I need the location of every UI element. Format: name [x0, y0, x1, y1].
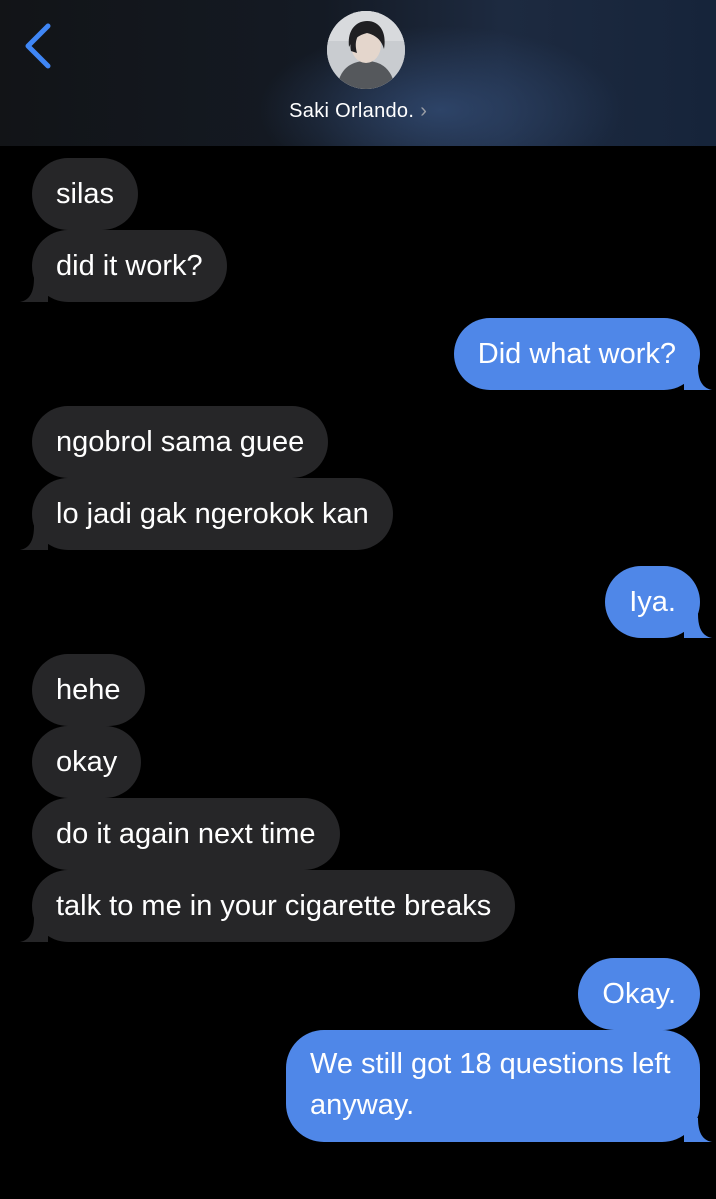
bubble-tail: [20, 918, 48, 942]
conversation-header: Saki Orlando. ›: [0, 0, 716, 146]
message-text: do it again next time: [56, 818, 316, 850]
message-text: okay: [56, 746, 118, 778]
message-text: Did what work?: [477, 338, 676, 370]
message-bubble-received[interactable]: lo jadi gak ngerokok kan: [20, 478, 393, 550]
bubble-tail: [20, 526, 48, 550]
message-bubble-received[interactable]: did it work?: [20, 230, 227, 302]
message-text: Okay.: [602, 978, 676, 1010]
avatar-photo: [327, 11, 405, 89]
message-bubble-received[interactable]: talk to me in your cigarette breaks: [20, 870, 516, 942]
message-bubble-received[interactable]: do it again next time: [32, 798, 340, 870]
message-text: Iya.: [629, 586, 676, 618]
message-bubble-sent[interactable]: Did what work?: [453, 318, 712, 390]
message-text: We still got 18 questions left anyway.: [310, 1048, 671, 1121]
message-bubble-sent[interactable]: We still got 18 questions left anyway.: [286, 1030, 712, 1142]
message-text: talk to me in your cigarette breaks: [56, 890, 492, 922]
chevron-right-icon: ›: [420, 100, 427, 122]
message-bubble-received[interactable]: okay: [32, 726, 142, 798]
message-bubble-sent[interactable]: Okay.: [578, 958, 700, 1030]
message-bubble-sent[interactable]: Iya.: [605, 566, 712, 638]
bubble-tail: [684, 1118, 712, 1142]
back-button[interactable]: [16, 18, 60, 70]
message-text: ngobrol sama guee: [56, 426, 305, 458]
message-bubble-received[interactable]: silas: [32, 158, 139, 230]
message-text: hehe: [56, 674, 121, 706]
message-bubble-received[interactable]: ngobrol sama guee: [32, 406, 329, 478]
message-text: lo jadi gak ngerokok kan: [56, 498, 369, 530]
message-bubble-received[interactable]: hehe: [32, 654, 145, 726]
contact-name: Saki Orlando.: [289, 100, 415, 122]
chevron-left-icon: [25, 23, 51, 69]
contact-name-button[interactable]: Saki Orlando. ›: [0, 96, 716, 126]
bubble-tail: [20, 278, 48, 302]
avatar[interactable]: [327, 11, 405, 89]
message-text: did it work?: [56, 250, 203, 282]
message-text: silas: [56, 178, 115, 210]
bubble-tail: [684, 366, 712, 390]
bubble-tail: [684, 614, 712, 638]
